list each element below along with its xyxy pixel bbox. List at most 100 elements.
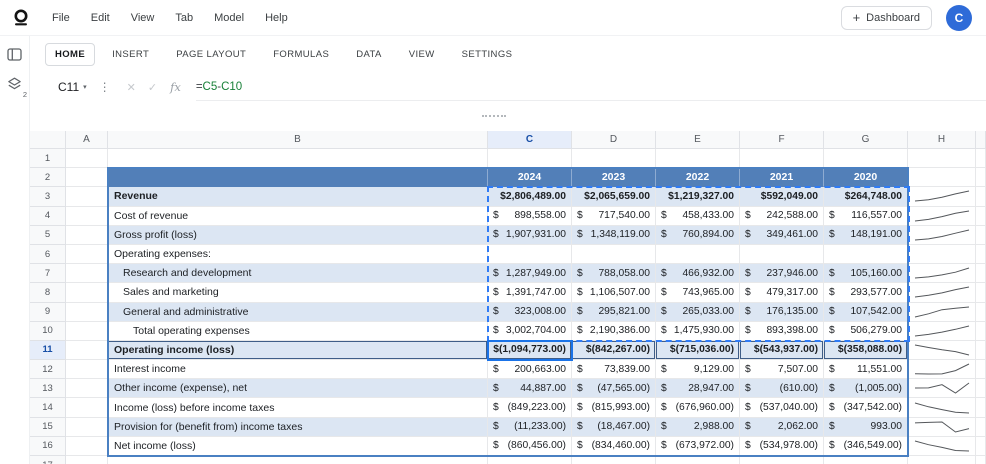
value-cell[interactable]: $1,391,747.00 (488, 283, 572, 303)
cell-A10[interactable] (66, 321, 108, 341)
value-cell[interactable]: $(543,937.00) (740, 340, 824, 361)
empty-cell[interactable] (740, 149, 824, 169)
value-cell[interactable]: $743,965.00 (656, 283, 740, 303)
empty-cell[interactable] (488, 149, 572, 169)
value-cell[interactable]: $293,577.00 (824, 283, 908, 303)
value-cell[interactable] (824, 244, 908, 265)
cell-H1[interactable] (908, 149, 976, 169)
value-cell[interactable]: $2,065,659.00 (572, 187, 656, 207)
value-cell[interactable]: $11,551.00 (824, 360, 908, 380)
value-cell[interactable]: $2,806,489.00 (488, 187, 572, 207)
value-cell[interactable]: $760,894.00 (656, 225, 740, 245)
row-label-cell[interactable]: Net income (loss) (108, 436, 488, 456)
row-header-9[interactable]: 9 (30, 302, 66, 322)
value-cell[interactable]: $1,287,949.00 (488, 264, 572, 284)
panel-toggle-icon[interactable] (7, 48, 22, 61)
user-avatar[interactable]: C (946, 4, 972, 31)
empty-cell[interactable] (740, 456, 824, 464)
col-header-H[interactable]: H (908, 131, 976, 149)
value-cell[interactable]: $ (849,223.00) (488, 398, 572, 418)
value-cell[interactable]: $ (18,467.00) (572, 417, 656, 437)
sparkline-cell[interactable] (908, 340, 976, 361)
cell-H2[interactable] (908, 168, 976, 188)
value-cell[interactable]: $44,887.00 (488, 379, 572, 399)
cell-A16[interactable] (66, 436, 108, 456)
row-label-cell[interactable]: Income (loss) before income taxes (108, 398, 488, 418)
row-label-cell[interactable]: General and administrative (108, 302, 488, 322)
value-cell[interactable] (656, 244, 740, 265)
value-cell[interactable]: $73,839.00 (572, 360, 656, 380)
value-cell[interactable]: $28,947.00 (656, 379, 740, 399)
empty-cell[interactable] (656, 456, 740, 464)
sparkline-cell[interactable] (908, 283, 976, 303)
value-cell[interactable]: $(715,036.00) (656, 340, 740, 361)
value-cell[interactable] (740, 244, 824, 265)
menu-help[interactable]: Help (265, 12, 288, 24)
cell-A2[interactable] (66, 168, 108, 188)
insert-function-icon[interactable]: fx (170, 80, 181, 94)
row-header-8[interactable]: 8 (30, 283, 66, 303)
row-header-6[interactable]: 6 (30, 244, 66, 265)
row-header-5[interactable]: 5 (30, 225, 66, 245)
value-cell[interactable]: $ (534,978.00) (740, 436, 824, 456)
value-cell[interactable]: $893,398.00 (740, 321, 824, 341)
row-header-7[interactable]: 7 (30, 264, 66, 284)
row-label-cell[interactable]: Provision for (benefit from) income taxe… (108, 417, 488, 437)
value-cell[interactable]: $9,129.00 (656, 360, 740, 380)
cell-reference-box[interactable]: C11 (58, 80, 79, 94)
row-label-cell[interactable]: Sales and marketing (108, 283, 488, 303)
value-cell[interactable]: $1,475,930.00 (656, 321, 740, 341)
value-cell[interactable]: $(1,094,773.00) (488, 340, 572, 361)
row-header-13[interactable]: 13 (30, 379, 66, 399)
sparkline-cell[interactable] (908, 206, 976, 226)
value-cell[interactable]: $993.00 (824, 417, 908, 437)
layers-icon[interactable]: 2 (7, 77, 27, 98)
value-cell[interactable]: $1,106,507.00 (572, 283, 656, 303)
sparkline-cell[interactable] (908, 379, 976, 399)
value-cell[interactable]: $ (1,005.00) (824, 379, 908, 399)
app-logo-icon[interactable] (12, 9, 30, 26)
sparkline-cell[interactable] (908, 417, 976, 437)
col-header-B[interactable]: B (108, 131, 488, 149)
value-cell[interactable]: $7,507.00 (740, 360, 824, 380)
cell-A9[interactable] (66, 302, 108, 322)
cell-A14[interactable] (66, 398, 108, 418)
value-cell[interactable]: $717,540.00 (572, 206, 656, 226)
sparkline-cell[interactable] (908, 360, 976, 380)
resize-handle[interactable] (482, 115, 506, 117)
value-cell[interactable]: $3,002,704.00 (488, 321, 572, 341)
menu-view[interactable]: View (131, 12, 155, 24)
value-cell[interactable]: $506,279.00 (824, 321, 908, 341)
row-header-17[interactable]: 17 (30, 456, 66, 464)
col-header-E[interactable]: E (656, 131, 740, 149)
row-header-12[interactable]: 12 (30, 360, 66, 380)
empty-cell[interactable] (572, 456, 656, 464)
sparkline-cell[interactable] (908, 398, 976, 418)
value-cell[interactable]: $898,558.00 (488, 206, 572, 226)
value-cell[interactable]: $2,190,386.00 (572, 321, 656, 341)
value-cell[interactable] (572, 244, 656, 265)
value-cell[interactable]: $ (346,549.00) (824, 436, 908, 456)
empty-cell[interactable] (488, 456, 572, 464)
value-cell[interactable]: $ (537,040.00) (740, 398, 824, 418)
value-cell[interactable]: $1,907,931.00 (488, 225, 572, 245)
value-cell[interactable]: $ (815,993.00) (572, 398, 656, 418)
row-label-cell[interactable]: Total operating expenses (108, 321, 488, 341)
value-cell[interactable]: $(358,088.00) (824, 340, 908, 361)
value-cell[interactable]: $323,008.00 (488, 302, 572, 322)
value-cell[interactable]: $116,557.00 (824, 206, 908, 226)
cell-A7[interactable] (66, 264, 108, 284)
year-header-2022[interactable]: 2022 (656, 168, 740, 188)
value-cell[interactable]: $2,062.00 (740, 417, 824, 437)
empty-cell[interactable] (824, 456, 908, 464)
value-cell[interactable]: $176,135.00 (740, 302, 824, 322)
row-header-2[interactable]: 2 (30, 168, 66, 188)
cell-A11[interactable] (66, 340, 108, 361)
value-cell[interactable] (488, 244, 572, 265)
row-label-cell[interactable]: Interest income (108, 360, 488, 380)
value-cell[interactable]: $458,433.00 (656, 206, 740, 226)
cell-H17[interactable] (908, 456, 976, 464)
row-header-11[interactable]: 11 (30, 340, 66, 361)
sparkline-cell[interactable] (908, 302, 976, 322)
row-label-cell[interactable]: Gross profit (loss) (108, 225, 488, 245)
